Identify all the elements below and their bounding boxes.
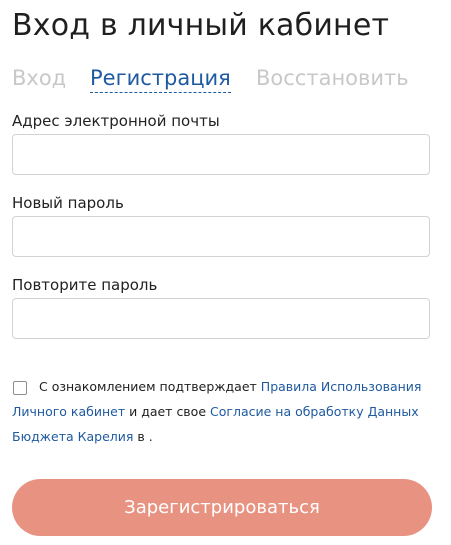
new-password-field[interactable] <box>12 216 430 257</box>
consent-text-part-2: и дает свое <box>129 404 207 419</box>
email-field[interactable] <box>12 134 430 175</box>
consent-text-part-3: в . <box>137 429 153 444</box>
repeat-password-label: Повторите пароль <box>12 276 158 294</box>
consent-text: С ознакомлением подтверждает Правила Исп… <box>12 374 432 449</box>
new-password-label: Новый пароль <box>12 194 124 212</box>
page-title: Вход в личный кабинет <box>12 8 390 43</box>
consent-text-part-1: С ознакомлением подтверждает <box>39 379 257 394</box>
tab-login[interactable]: Вход <box>12 64 66 92</box>
tab-registration[interactable]: Регистрация <box>90 64 231 93</box>
repeat-password-field[interactable] <box>12 298 430 339</box>
email-label: Адрес электронной почты <box>12 112 220 130</box>
tab-recover[interactable]: Восстановить <box>256 64 409 92</box>
register-button[interactable]: Зарегистрироваться <box>12 479 432 536</box>
consent-block: С ознакомлением подтверждает Правила Исп… <box>12 374 432 454</box>
